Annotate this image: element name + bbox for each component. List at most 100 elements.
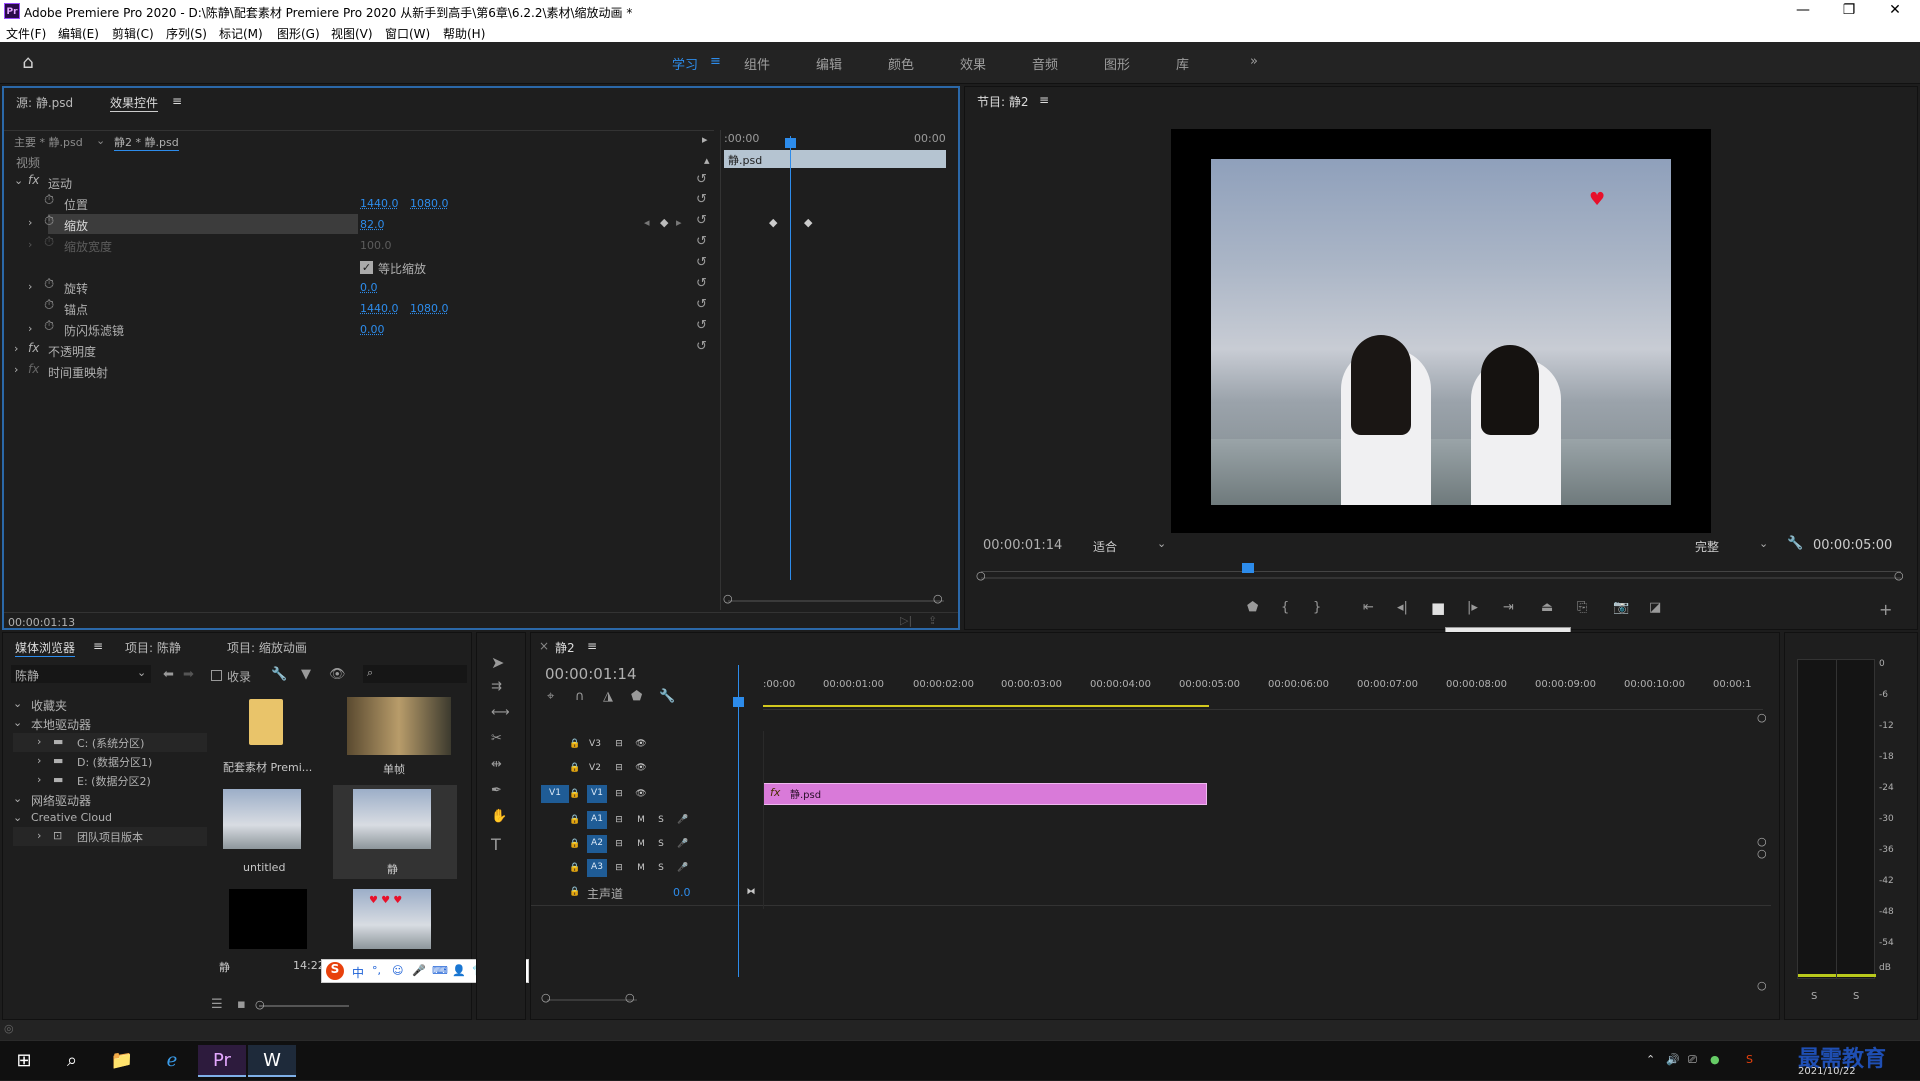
position-x-value[interactable]: 1440.0 xyxy=(360,197,399,210)
tree-favorites[interactable]: 收藏夹 xyxy=(31,697,67,714)
ime-mode[interactable]: 中 xyxy=(352,964,364,981)
selection-tool-icon[interactable]: ➤ xyxy=(491,653,504,672)
zoom-handle-icon[interactable]: ○ xyxy=(933,592,943,605)
stopwatch-icon[interactable]: ⏱ xyxy=(44,319,54,334)
microphone-icon[interactable]: 🎤 xyxy=(412,964,426,977)
chevron-down-icon[interactable]: ⌄ xyxy=(13,792,22,805)
workspace-libraries[interactable]: 库 xyxy=(1176,54,1189,73)
reset-icon[interactable]: ↺ xyxy=(696,276,707,291)
ripple-edit-icon[interactable]: ⟷ xyxy=(491,705,510,720)
master-volume[interactable]: 0.0 xyxy=(673,886,691,899)
program-playhead[interactable] xyxy=(1241,563,1254,573)
quality-select[interactable]: 完整 xyxy=(1695,538,1719,555)
chevron-down-icon[interactable]: ⌄ xyxy=(1157,537,1166,550)
reset-icon[interactable]: ↺ xyxy=(696,213,707,228)
reset-icon[interactable]: ↺ xyxy=(696,234,707,249)
network-icon[interactable]: ⎚ xyxy=(1688,1053,1697,1067)
workspace-color[interactable]: 颜色 xyxy=(888,54,914,73)
prev-keyframe-icon[interactable]: ◂ xyxy=(644,216,650,229)
fit-select[interactable]: 适合 xyxy=(1093,538,1117,555)
chevron-down-icon[interactable]: ⌄ xyxy=(14,174,23,187)
solo-button[interactable]: S xyxy=(653,860,669,876)
panel-menu-icon[interactable]: ≡ xyxy=(1039,93,1049,107)
reset-icon[interactable]: ↺ xyxy=(696,339,707,354)
keyboard-icon[interactable]: ⌨ xyxy=(432,964,448,977)
icon-view-icon[interactable]: ▪ xyxy=(237,997,246,1012)
workspace-assembly[interactable]: 组件 xyxy=(744,54,770,73)
chevron-right-icon[interactable]: › xyxy=(14,342,18,355)
lock-icon[interactable]: 🔒 xyxy=(567,786,583,802)
chevron-right-icon[interactable]: › xyxy=(28,216,32,229)
menu-window[interactable]: 窗口(W) xyxy=(385,25,430,42)
tab-project-chenjing[interactable]: 项目: 陈静 xyxy=(125,639,181,656)
file-explorer-icon[interactable]: 📁 xyxy=(98,1045,146,1077)
wrench-icon[interactable]: 🔧 xyxy=(271,667,287,682)
chevron-right-icon[interactable]: › xyxy=(28,322,32,335)
clock[interactable]: 最需教育 2021/10/22 xyxy=(1790,1041,1920,1081)
sequence-clip-label[interactable]: 静2 * 静.psd xyxy=(114,134,179,151)
filter-icon[interactable]: ▼ xyxy=(301,667,311,682)
keyframe-icon[interactable]: ◆ xyxy=(769,216,777,229)
hand-tool-icon[interactable]: ✋ xyxy=(491,809,507,824)
sync-lock-icon[interactable]: ⊟ xyxy=(611,836,627,852)
sync-lock-icon[interactable]: ⊟ xyxy=(611,736,627,752)
add-button-icon[interactable]: + xyxy=(1879,600,1892,619)
solo-left-button[interactable]: S xyxy=(1811,991,1817,1002)
search-icon[interactable]: ⌕ xyxy=(48,1045,96,1077)
go-to-end-icon[interactable]: ⧓ xyxy=(743,884,759,900)
program-timecode[interactable]: 00:00:01:14 xyxy=(983,538,1062,553)
menu-help[interactable]: 帮助(H) xyxy=(443,25,485,42)
stop-icon[interactable]: ■ xyxy=(1431,599,1445,617)
lock-icon[interactable]: 🔒 xyxy=(567,760,583,776)
panel-menu-icon[interactable]: ≡ xyxy=(172,94,182,108)
tree-local-drives[interactable]: 本地驱动器 xyxy=(31,716,91,733)
slip-tool-icon[interactable]: ⇹ xyxy=(491,757,502,772)
chevron-right-icon[interactable]: › xyxy=(37,754,41,767)
track-label[interactable]: A2 xyxy=(587,835,607,853)
sync-lock-icon[interactable]: ⊟ xyxy=(611,812,627,828)
more-workspaces-button[interactable]: » xyxy=(1250,54,1258,69)
eye-icon[interactable]: 👁 xyxy=(633,736,649,752)
filter-icon[interactable]: ▷| xyxy=(900,614,912,627)
chevron-right-icon[interactable]: › xyxy=(37,773,41,786)
mute-button[interactable]: M xyxy=(633,860,649,876)
microphone-icon[interactable]: 🎤 xyxy=(675,836,691,852)
next-keyframe-icon[interactable]: ▸ xyxy=(676,216,682,229)
pen-tool-icon[interactable]: ✒ xyxy=(491,783,502,798)
mark-in-icon[interactable]: { xyxy=(1281,600,1289,615)
sync-lock-icon[interactable]: ⊟ xyxy=(611,760,627,776)
snap-icon[interactable]: ⌖ xyxy=(547,689,554,704)
wrench-icon[interactable]: 🔧 xyxy=(1787,536,1803,551)
user-icon[interactable]: 👤 xyxy=(452,964,466,977)
mark-out-icon[interactable]: } xyxy=(1313,600,1321,615)
tab-media-browser[interactable]: 媒体浏览器 xyxy=(15,639,76,657)
thumbnail-item[interactable]: untitled xyxy=(209,785,333,879)
reset-icon[interactable]: ↺ xyxy=(696,318,707,333)
hamburger-icon[interactable]: ≡ xyxy=(710,54,721,69)
scroll-up-icon[interactable]: ▴ xyxy=(704,154,710,167)
track-label[interactable]: V1 xyxy=(587,785,607,803)
scroll-handle-icon[interactable]: ○ xyxy=(1757,711,1767,724)
menu-marker[interactable]: 标记(M) xyxy=(219,25,263,42)
zoom-handle-icon[interactable]: ○ xyxy=(976,569,986,582)
add-marker-icon[interactable]: ⬟ xyxy=(1247,600,1258,615)
list-view-icon[interactable]: ☰ xyxy=(211,997,223,1012)
tab-effect-controls[interactable]: 效果控件 xyxy=(110,94,159,112)
premiere-taskbar-icon[interactable]: Pr xyxy=(198,1045,246,1077)
menu-edit[interactable]: 编辑(E) xyxy=(58,25,99,42)
menu-view[interactable]: 视图(V) xyxy=(331,25,373,42)
fx-icon[interactable]: fx xyxy=(28,173,39,187)
export-icon[interactable]: ⇪ xyxy=(928,614,937,627)
go-to-in-icon[interactable]: ⇤ xyxy=(1363,600,1374,615)
tree-team-projects[interactable]: 团队项目版本 xyxy=(77,829,143,845)
minimize-button[interactable]: — xyxy=(1780,0,1826,22)
keyframe-icon[interactable]: ◆ xyxy=(804,216,812,229)
solo-button[interactable]: S xyxy=(653,812,669,828)
lock-icon[interactable]: 🔒 xyxy=(567,812,583,828)
tree-drive-e[interactable]: E: (数据分区2) xyxy=(77,773,151,789)
mute-button[interactable]: M xyxy=(633,812,649,828)
zoom-handle-icon[interactable]: ○ xyxy=(1894,569,1904,582)
timeline-zoom-bar[interactable] xyxy=(547,999,637,1001)
tab-source[interactable]: 源: 静.psd xyxy=(16,94,73,111)
export-frame-icon[interactable]: 📷 xyxy=(1613,600,1629,615)
